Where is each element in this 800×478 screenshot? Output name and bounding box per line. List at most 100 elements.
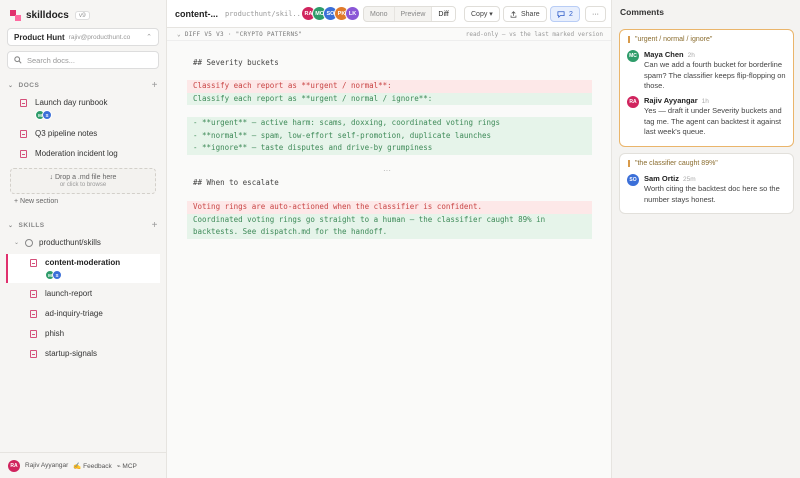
version-badge: v9 <box>74 10 90 20</box>
diff-heading-severity: ## Severity buckets <box>193 58 279 67</box>
document-icon <box>30 259 37 267</box>
presence-avatars: RA MC SO PK LK <box>301 6 360 21</box>
skilldocs-logo-icon <box>10 9 21 21</box>
user-name[interactable]: Rajiv Ayyangar <box>25 462 68 469</box>
app-name: skilldocs <box>26 9 69 21</box>
document-icon <box>30 330 37 338</box>
author-name: Rajiv Ayyangar <box>644 96 698 105</box>
docs-section-title: DOCS <box>18 82 40 89</box>
skill-item-phish[interactable]: phish <box>30 329 64 338</box>
avatar: S <box>42 110 52 120</box>
workspace-name: Product Hunt <box>14 32 65 42</box>
thread-quote: "urgent / normal / ignore" <box>628 36 712 43</box>
doc-item-launch-day-runbook[interactable]: Launch day runbook M S <box>20 98 108 120</box>
document-icon <box>30 350 37 358</box>
sidebar-footer: RA Rajiv Ayyangar ✍ Feedback ⌁ MCP <box>0 452 167 478</box>
repo-icon <box>25 238 34 247</box>
comment-time: 2h <box>687 52 695 59</box>
diff-info-bar: ⌄ DIFF V5 V3 · "CRYPTO PATTERNS" read-on… <box>167 28 611 41</box>
comment-time: 1h <box>701 98 709 105</box>
view-mode-diff[interactable]: Diff <box>432 7 455 21</box>
view-mode-mono[interactable]: Mono <box>364 7 395 21</box>
chevron-down-icon: ⌄ <box>8 83 14 89</box>
view-mode-toggle: Mono Preview Diff <box>363 6 456 22</box>
comment-count: 2 <box>569 10 573 18</box>
comment-time: 25m <box>683 176 696 183</box>
new-section-button[interactable]: + New section <box>14 198 58 205</box>
skill-item-content-moderation[interactable]: content-moderation M S <box>30 258 120 280</box>
user-avatar[interactable]: RA <box>8 459 20 472</box>
thread-quote: "the classifier caught 89%" <box>628 160 718 167</box>
document-icon <box>20 150 27 158</box>
diff-line-added: - **urgent** — active harm: scams, doxxi… <box>187 117 592 130</box>
skill-item-startup-signals[interactable]: startup-signals <box>30 349 97 358</box>
avatar: RA <box>627 96 639 108</box>
add-doc-icon[interactable]: + <box>152 80 158 91</box>
more-options-button[interactable]: ··· <box>585 6 606 22</box>
skill-item-label: content-moderation <box>45 258 121 267</box>
md-dropzone[interactable]: ↓ Drop a .md file here or click to brows… <box>10 168 156 194</box>
diff-note: read-only — vs the last marked version <box>465 30 603 38</box>
skill-collaborators: M S <box>45 270 120 280</box>
skill-item-launch-report[interactable]: launch-report <box>30 289 92 298</box>
doc-collaborators: M S <box>35 110 108 120</box>
comments-toggle-button[interactable]: 2 <box>550 6 580 22</box>
avatar[interactable]: LK <box>345 6 360 21</box>
author-name: Maya Chen <box>644 50 684 59</box>
add-skill-icon[interactable]: + <box>152 220 158 231</box>
avatar: S <box>52 270 62 280</box>
skill-item-label: phish <box>45 329 65 338</box>
folder-label: producthunt/skills <box>39 238 101 247</box>
diff-heading-escalate: ## When to escalate <box>193 178 279 187</box>
sidebar: skilldocs v9 Product Hunt rajiv@producth… <box>0 0 167 478</box>
diff-line-added: - **ignore** — taste disputes and drive-… <box>187 142 592 155</box>
diff-line-added: - **normal** — spam, low-effort self-pro… <box>187 129 592 142</box>
mcp-link[interactable]: ⌁ MCP <box>117 462 137 470</box>
feedback-link[interactable]: ✍ Feedback <box>73 462 111 470</box>
skills-folder[interactable]: ⌄ producthunt/skills <box>14 238 101 247</box>
comment-body: Yes — draft it under Severity buckets an… <box>644 106 782 136</box>
editor-pane: content-... producthunt/skil... RA MC SO… <box>167 0 611 478</box>
workspace-email: rajiv@producthunt.co <box>68 33 131 41</box>
search-box <box>7 51 159 69</box>
dropzone-subtitle: or click to browse <box>59 182 107 188</box>
dropzone-title: ↓ Drop a .md file here <box>49 174 117 181</box>
docs-section-header[interactable]: ⌄ DOCS + <box>8 80 158 91</box>
share-button[interactable]: Share <box>503 6 547 22</box>
document-icon <box>20 99 27 107</box>
doc-item-moderation-incident-log[interactable]: Moderation incident log <box>20 149 118 158</box>
comment-body: Worth citing the backtest doc here so th… <box>644 184 780 204</box>
diff-line-added: Classify each report as **urgent / norma… <box>187 92 592 105</box>
brand[interactable]: skilldocs v9 <box>10 8 90 22</box>
collapsed-lines-marker[interactable]: ··· <box>383 166 391 175</box>
document-icon <box>20 130 27 138</box>
search-icon <box>14 56 22 64</box>
diff-line-removed: Voting rings are auto-actioned when the … <box>187 201 592 214</box>
comment-thread[interactable]: "urgent / normal / ignore" MC Maya Chen 2… <box>619 29 794 147</box>
view-mode-preview[interactable]: Preview <box>395 7 433 21</box>
comment-icon <box>557 10 565 18</box>
share-icon <box>510 10 517 18</box>
skill-item-ad-inquiry-triage[interactable]: ad-inquiry-triage <box>30 309 103 318</box>
avatar: SO <box>627 174 639 186</box>
author-name: Sam Ortiz <box>644 174 680 183</box>
doc-item-q3-pipeline-notes[interactable]: Q3 pipeline notes <box>20 129 97 138</box>
document-icon <box>30 290 37 298</box>
comment-thread[interactable]: "the classifier caught 89%" SO Sam Ortiz… <box>619 153 794 214</box>
doc-item-label: Launch day runbook <box>35 98 108 107</box>
skill-item-label: startup-signals <box>45 349 98 358</box>
diff-line-removed: Classify each report as **urgent / norma… <box>187 80 592 93</box>
diff-line-added: backtests. See dispatch.md for the hando… <box>187 226 592 239</box>
file-path: producthunt/skil... <box>225 10 306 18</box>
skills-section-header[interactable]: ⌄ SKILLS + <box>8 220 158 231</box>
search-input[interactable] <box>27 55 147 65</box>
doc-item-label: Moderation incident log <box>35 149 118 158</box>
copy-button[interactable]: Copy ▾ <box>464 6 500 22</box>
avatar: MC <box>627 50 639 62</box>
diff-line-added: Coordinated voting rings go straight to … <box>187 213 592 226</box>
document-icon <box>30 310 37 318</box>
chevron-updown-icon: ⌃ <box>146 34 152 41</box>
diff-title[interactable]: ⌄ DIFF V5 V3 · "CRYPTO PATTERNS" <box>177 31 302 38</box>
comments-panel: Comments "urgent / normal / ignore" MC M… <box>611 0 800 478</box>
workspace-switcher[interactable]: Product Hunt rajiv@producthunt.co ⌃ <box>7 28 159 46</box>
